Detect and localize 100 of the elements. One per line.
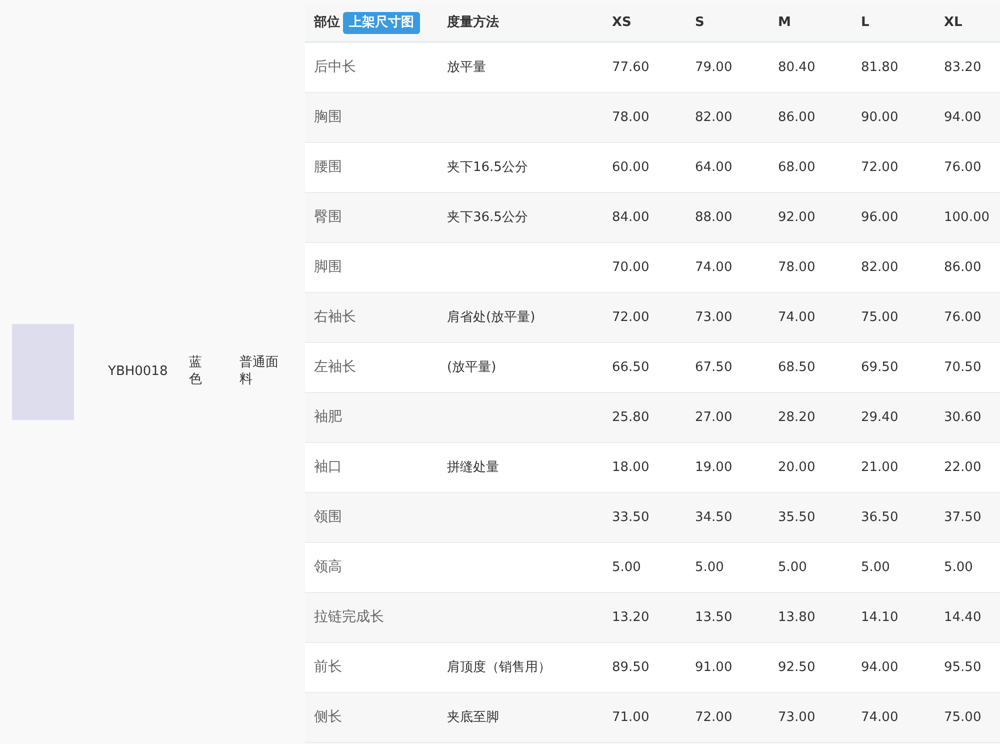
table-cell-text: 64.00 [695,158,734,177]
column-header: 部位 [314,14,340,32]
table-cell-text: 81.80 [861,58,900,77]
table-cell-text: 臀围 [314,208,343,227]
table-cell-text: 夹下36.5公分 [447,208,529,227]
table-cell-text: 76.00 [944,158,982,177]
table-cell-text: 14.40 [944,608,982,627]
column-header: 度量方法 [447,14,500,32]
table-cell-text: 夹底至脚 [447,708,500,727]
table-cell-text: 夹下16.5公分 [447,158,529,177]
table-cell-text: 27.00 [695,408,734,427]
table-cell-text: 82.00 [861,258,900,277]
table-cell-text: 34.50 [695,508,734,527]
table-cell-text: 29.40 [861,408,900,427]
table-cell-text: 5.00 [861,558,891,577]
table-cell-text: 33.50 [612,508,650,527]
product-color: 蓝色 [189,355,203,389]
table-cell-text: 领围 [314,508,343,527]
table-cell-text: 36.50 [861,508,900,527]
table-cell-text: 74.00 [778,308,816,327]
table-cell-text: 70.50 [944,358,982,377]
table-cell-text: 25.80 [612,408,650,427]
column-header: S [695,14,706,32]
table-cell-text: 13.20 [612,608,650,627]
column-header: XL [944,14,964,32]
table-cell-text: 肩省处(放平量) [447,308,536,327]
table-cell-text: 13.80 [778,608,816,627]
table-cell-text: 右袖长 [314,308,357,327]
table-cell-text: 72.00 [695,708,734,727]
table-cell-text: 79.00 [695,58,734,77]
table-cell-text: 84.00 [612,208,650,227]
table-cell-text: 胸围 [314,108,343,127]
table-cell-text: 5.00 [778,558,808,577]
table-cell-text: 68.50 [778,358,816,377]
table-cell-text: 30.60 [944,408,982,427]
table-cell-text: 60.00 [612,158,650,177]
table-cell-text: 21.00 [861,458,900,477]
table-cell-text: 94.00 [944,108,982,127]
table-cell-text: 76.00 [944,308,982,327]
column-header: M [778,14,792,32]
table-cell-text: 5.00 [695,558,725,577]
table-cell-text: 66.50 [612,358,650,377]
table-cell-text: 68.00 [778,158,816,177]
table-cell-text: 5.00 [612,558,642,577]
table-cell-text: 77.60 [612,58,650,77]
table-cell-text: 73.00 [778,708,816,727]
table-cell-text: 92.50 [778,658,816,677]
table-cell-text: 72.00 [861,158,900,177]
table-cell-text: 5.00 [944,558,974,577]
table-cell-text: 脚围 [314,258,343,277]
table-cell-text: 拉链完成长 [314,608,385,627]
table-cell-text: 70.00 [612,258,650,277]
table-cell-text: 35.50 [778,508,816,527]
table-cell-text: 20.00 [778,458,816,477]
table-cell-text: 83.20 [944,58,982,77]
table-cell-text: 13.50 [695,608,734,627]
table-cell-text: 肩顶度（销售用） [447,658,552,677]
table-cell-text: 后中长 [314,58,357,77]
table-cell-text: 71.00 [612,708,650,727]
table-cell-text: 90.00 [861,108,900,127]
fabric-type: 普通面料 [239,355,280,389]
table-cell-text: 18.00 [612,458,650,477]
table-cell-text: 86.00 [944,258,982,277]
table-cell-text: 领高 [314,558,343,577]
table-cell-text: 左袖长 [314,358,357,377]
table-cell-text: 78.00 [778,258,816,277]
table-cell-text: 74.00 [861,708,900,727]
table-cell-text: 22.00 [944,458,982,477]
table-cell-text: 袖口 [314,458,343,477]
table-cell-text: 94.00 [861,658,900,677]
column-header: XS [612,14,632,32]
table-cell-text: 前长 [314,658,343,677]
product-code: YBH0018 [108,363,169,382]
table-cell-text: 86.00 [778,108,816,127]
table-cell-text: 80.40 [778,58,816,77]
table-cell-text: 67.50 [695,358,734,377]
table-cell-text: 91.00 [695,658,734,677]
table-cell-text: 72.00 [612,308,650,327]
table-cell-text: 73.00 [695,308,734,327]
table-cell-text: 75.00 [861,308,900,327]
table-cell-text: 腰围 [314,158,343,177]
table-cell-text: 69.50 [861,358,900,377]
table-cell-text: 74.00 [695,258,734,277]
table-cell-text: 拼缝处量 [447,458,500,477]
table-cell-text: 100.00 [944,208,990,227]
table-cell-text: 89.50 [612,658,650,677]
table-cell-text: 75.00 [944,708,982,727]
table-cell-text: 82.00 [695,108,734,127]
table-cell-text: 28.20 [778,408,816,427]
table-cell-text: 78.00 [612,108,650,127]
table-cell-text: 侧长 [314,708,343,727]
table-cell-text: 95.50 [944,658,982,677]
table-cell-text: (放平量) [447,358,498,377]
table-cell-text: 14.10 [861,608,900,627]
table-cell-text: 88.00 [695,208,734,227]
size-chart-button[interactable]: 上架尺寸图 [343,12,420,34]
table-cell-text: 19.00 [695,458,734,477]
table-cell-text: 92.00 [778,208,816,227]
table-cell-text: 96.00 [861,208,900,227]
column-header: L [861,14,870,32]
